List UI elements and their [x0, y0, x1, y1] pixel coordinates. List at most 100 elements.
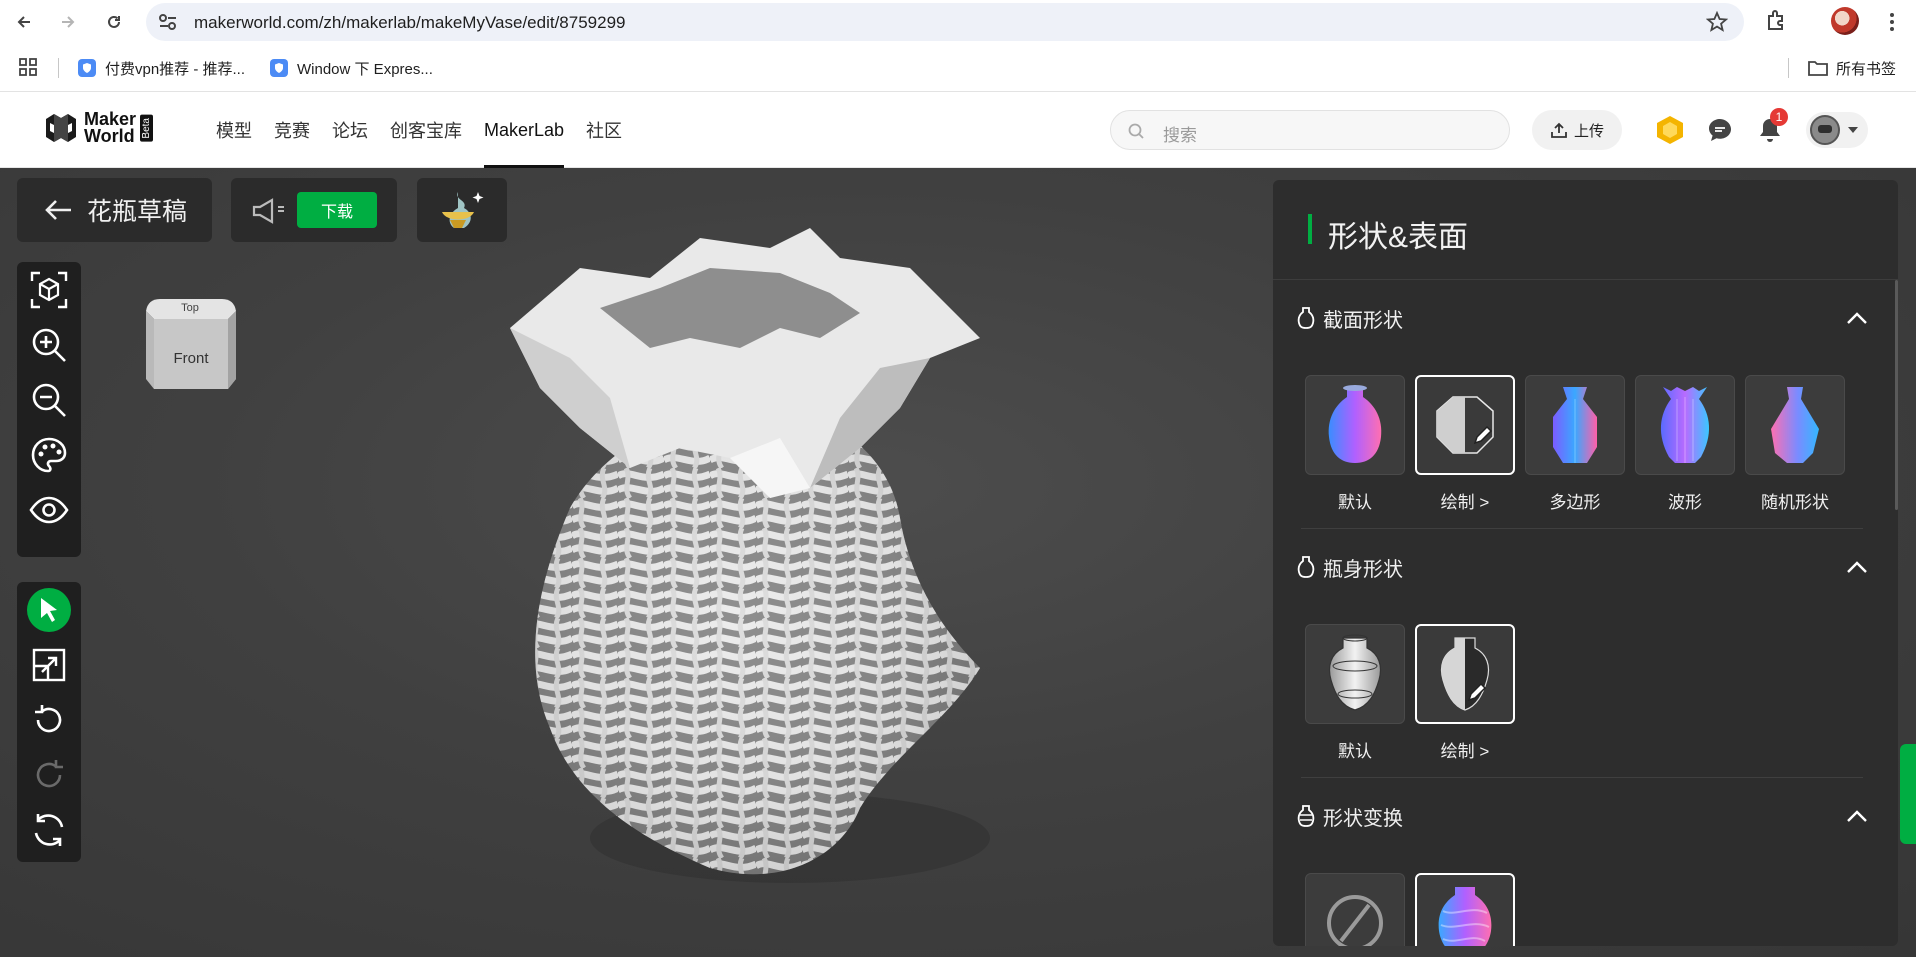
- panel-scrollbar[interactable]: [1895, 280, 1898, 510]
- chevron-down-icon: [1848, 127, 1858, 133]
- user-menu[interactable]: [1806, 112, 1868, 148]
- select-tool[interactable]: [17, 582, 81, 637]
- feedback-side-tab[interactable]: [1900, 744, 1916, 844]
- shield-icon: [270, 59, 288, 77]
- shape-surface-panel: 形状&表面 截面形状 默认 绘制 > 多边形 波形 随机形状 瓶身形状 默认 绘…: [1273, 180, 1898, 946]
- refresh-icon[interactable]: [17, 802, 81, 857]
- chevron-up-icon[interactable]: [1845, 310, 1869, 326]
- section-header-shape-transform[interactable]: 形状变换: [1297, 801, 1403, 831]
- chevron-up-icon[interactable]: [1845, 559, 1869, 575]
- section-title: 瓶身形状: [1323, 558, 1403, 581]
- cube-top-label[interactable]: Top: [181, 302, 199, 314]
- nav-forum[interactable]: 论坛: [332, 92, 368, 168]
- all-bookmarks-label: 所有书签: [1836, 60, 1897, 78]
- shield-icon: [78, 59, 96, 77]
- vase-gallery-button[interactable]: [417, 178, 507, 242]
- vase-outline-icon: [1297, 556, 1315, 578]
- reload-icon[interactable]: [100, 8, 128, 36]
- nav-contests[interactable]: 竞赛: [274, 92, 310, 168]
- back-arrow-icon[interactable]: [43, 198, 73, 222]
- option-label: 绘制 >: [1440, 742, 1490, 761]
- avatar: [1810, 115, 1840, 145]
- reset-view-cube-icon[interactable]: [17, 262, 81, 317]
- nav-models[interactable]: 模型: [216, 92, 252, 168]
- back-icon[interactable]: [10, 8, 38, 36]
- notification-badge: 1: [1770, 108, 1788, 126]
- bookmark-separator: [1788, 58, 1789, 78]
- upload-icon: [1551, 122, 1567, 138]
- view-orientation-cube[interactable]: Top Front: [138, 293, 242, 402]
- upload-label: 上传: [1573, 122, 1604, 140]
- upload-button[interactable]: 上传: [1532, 110, 1622, 150]
- option-label: 多边形: [1549, 493, 1601, 512]
- undo-icon[interactable]: [17, 692, 81, 747]
- cube-front-label[interactable]: Front: [173, 350, 209, 367]
- back-title-box[interactable]: 花瓶草稿: [17, 178, 212, 242]
- vase-3d-model[interactable]: [480, 198, 1020, 918]
- search-input[interactable]: 搜索: [1110, 110, 1510, 150]
- section-divider: [1301, 528, 1863, 529]
- site-info-icon[interactable]: [158, 13, 178, 36]
- bookmark-item[interactable]: 付费vpn推荐 - 推荐...: [78, 56, 245, 80]
- site-header: Maker World Beta 模型 竞赛 论坛 创客宝库 MakerLab …: [0, 92, 1916, 168]
- bookmark-star-icon[interactable]: [1705, 10, 1729, 38]
- eye-visibility-icon[interactable]: [17, 482, 81, 537]
- accent-bar: [1308, 214, 1312, 244]
- nav-maker-treasury[interactable]: 创客宝库: [390, 92, 462, 168]
- download-box: 下载: [231, 178, 397, 242]
- search-placeholder: 搜索: [1163, 126, 1197, 145]
- section-header-cross-section[interactable]: 截面形状: [1297, 303, 1403, 333]
- option-default[interactable]: [1305, 624, 1405, 724]
- bookmark-label: Window 下 Expres...: [297, 60, 433, 78]
- cursor-icon: [27, 587, 71, 632]
- option-label: 绘制 >: [1440, 493, 1490, 512]
- forward-icon[interactable]: [54, 8, 82, 36]
- chevron-up-icon[interactable]: [1845, 808, 1869, 824]
- stacked-vase-icon: [1297, 805, 1315, 827]
- all-bookmarks[interactable]: 所有书签: [1808, 56, 1896, 80]
- nav-makerlab[interactable]: MakerLab: [484, 92, 565, 168]
- option-wave[interactable]: [1635, 375, 1735, 475]
- edit-toolbar: [17, 582, 81, 862]
- zoom-out-icon[interactable]: [17, 372, 81, 427]
- redo-icon[interactable]: [17, 747, 81, 802]
- zoom-in-icon[interactable]: [17, 317, 81, 372]
- option-twist[interactable]: [1415, 873, 1515, 946]
- points-gem-icon[interactable]: [1654, 114, 1686, 146]
- section-header-body-shape[interactable]: 瓶身形状: [1297, 552, 1403, 582]
- panel-header: 形状&表面: [1273, 180, 1898, 280]
- option-default[interactable]: [1305, 375, 1405, 475]
- messages-icon[interactable]: [1704, 114, 1736, 146]
- option-label: 默认: [1338, 742, 1372, 761]
- view-toolbar: [17, 262, 81, 557]
- option-label: 默认: [1338, 493, 1372, 512]
- makerworld-logo[interactable]: Maker World Beta: [44, 110, 154, 146]
- nav-community[interactable]: 社区: [586, 92, 622, 168]
- search-icon: [1127, 122, 1145, 145]
- extensions-icon[interactable]: [1764, 8, 1788, 37]
- palette-icon[interactable]: [17, 427, 81, 482]
- announcement-icon[interactable]: [251, 198, 287, 224]
- option-label: 波形: [1668, 493, 1702, 512]
- url-text[interactable]: makerworld.com/zh/makerlab/makeMyVase/ed…: [194, 13, 626, 33]
- bookmarks-bar: 付费vpn推荐 - 推荐... Window 下 Expres... 所有书签: [0, 44, 1916, 92]
- main-nav: 模型 竞赛 论坛 创客宝库 MakerLab 社区: [216, 92, 644, 168]
- address-bar[interactable]: makerworld.com/zh/makerlab/makeMyVase/ed…: [146, 3, 1744, 41]
- profile-avatar[interactable]: [1831, 7, 1859, 35]
- bookmark-item[interactable]: Window 下 Expres...: [270, 56, 433, 80]
- option-polygon[interactable]: [1525, 375, 1625, 475]
- notifications-bell-icon[interactable]: 1: [1754, 108, 1788, 146]
- option-draw[interactable]: [1415, 375, 1515, 475]
- option-none[interactable]: [1305, 873, 1405, 946]
- browser-toolbar: makerworld.com/zh/makerlab/makeMyVase/ed…: [0, 0, 1916, 44]
- scale-icon[interactable]: [17, 637, 81, 692]
- logo-text-world: World: [84, 126, 135, 146]
- option-random-shape[interactable]: [1745, 375, 1845, 475]
- beta-badge: Beta: [140, 114, 154, 142]
- download-button[interactable]: 下载: [297, 192, 377, 228]
- option-draw[interactable]: [1415, 624, 1515, 724]
- apps-grid-icon[interactable]: [18, 57, 38, 82]
- vase-outline-icon: [1297, 307, 1315, 329]
- bookmark-separator: [58, 58, 59, 78]
- more-menu-icon[interactable]: [1880, 10, 1904, 34]
